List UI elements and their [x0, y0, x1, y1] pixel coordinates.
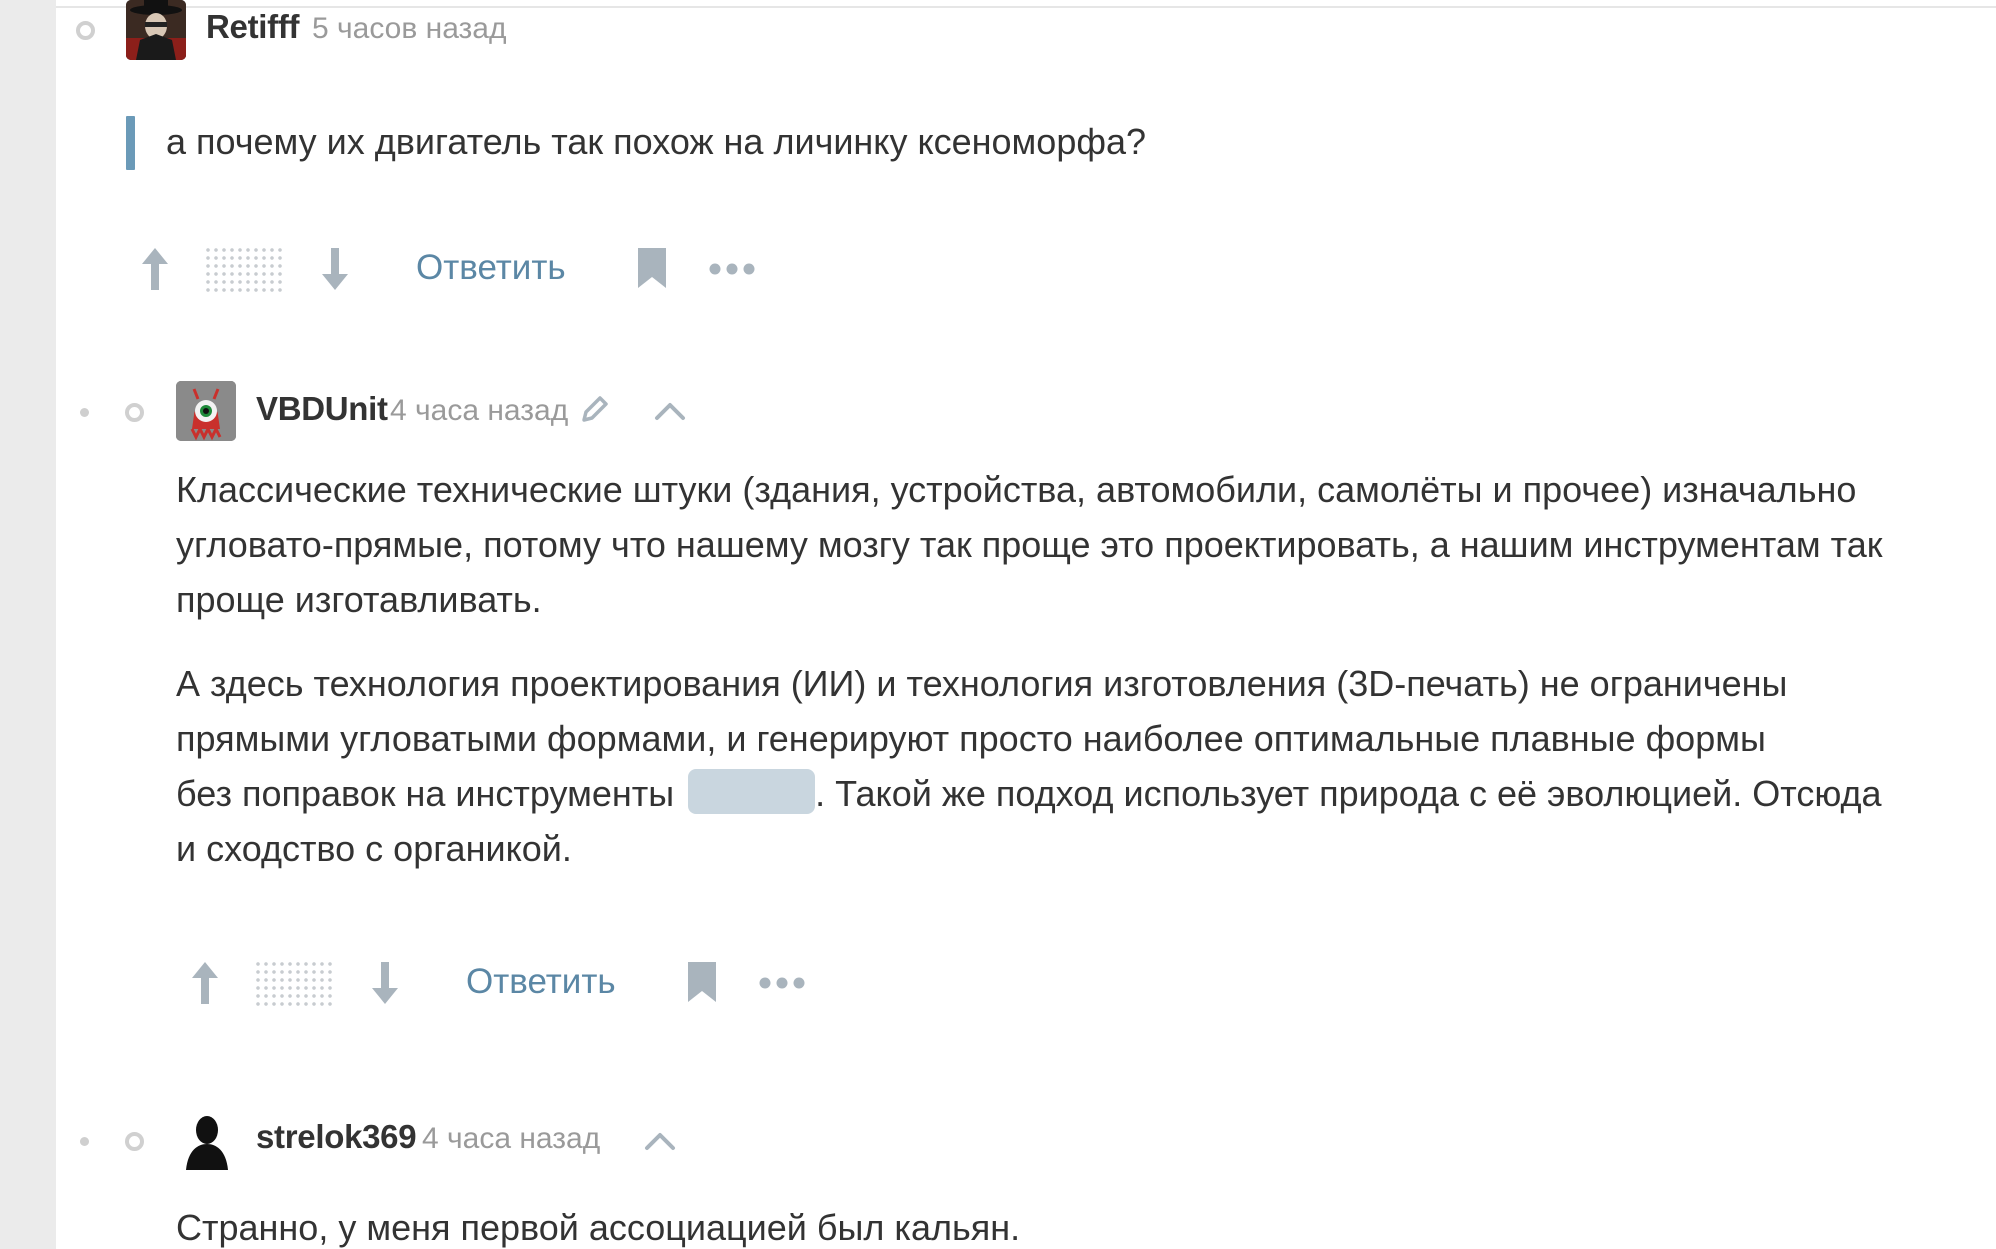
avatar-image-icon: [176, 381, 236, 441]
comment-strelok369: strelok369 4 часа назад Странно, у меня …: [56, 1108, 1996, 1249]
rating-hidden: [254, 960, 334, 1006]
reply-button[interactable]: Ответить: [416, 248, 566, 288]
more-dots-icon[interactable]: [758, 976, 806, 990]
avatar-image-icon: [126, 0, 186, 60]
arrow-down-icon[interactable]: [370, 960, 400, 1006]
text-line: угловато-прямые, потому что нашему мозгу…: [176, 524, 1883, 565]
text-line: без поправок на инструменты . Такой же п…: [176, 766, 1996, 821]
text-line: проще изготавливать.: [176, 579, 542, 620]
avatar[interactable]: [176, 1110, 236, 1170]
paragraph: А здесь технология проектирования (ИИ) и…: [176, 656, 1996, 876]
quote-bar: [126, 116, 135, 170]
thread-marker-icon[interactable]: [125, 1132, 144, 1151]
user-name[interactable]: strelok369: [256, 1118, 417, 1156]
comment-time[interactable]: 4 часа назад: [390, 394, 568, 428]
thread-level-dot: [80, 408, 89, 417]
comment-actions: Ответить: [190, 958, 890, 1018]
user-name[interactable]: VBDUnit: [256, 390, 388, 428]
comment-retifff: Retifff 5 часов назад а почему их двигат…: [56, 0, 1996, 330]
avatar[interactable]: [126, 0, 186, 60]
bookmark-icon[interactable]: [636, 246, 668, 290]
arrow-down-icon[interactable]: [320, 246, 350, 292]
comment-time[interactable]: 4 часа назад: [422, 1122, 600, 1156]
comment-body: Классические технические штуки (здания, …: [176, 462, 1996, 905]
avatar-image-icon: [176, 1110, 236, 1170]
comments-page: Retifff 5 часов назад а почему их двигат…: [0, 0, 1996, 1249]
comment-actions: Ответить: [140, 244, 840, 304]
bookmark-icon[interactable]: [686, 960, 718, 1004]
comment-text: Странно, у меня первой ассоциацией был к…: [176, 1207, 1021, 1248]
text-line: прямыми угловатыми формами, и генерируют…: [176, 718, 1766, 759]
comment-time[interactable]: 5 часов назад: [312, 12, 507, 46]
text-line: А здесь технология проектирования (ИИ) и…: [176, 663, 1788, 704]
chevron-up-icon[interactable]: [654, 398, 686, 422]
arrow-up-icon[interactable]: [190, 960, 220, 1006]
thread-level-dot: [80, 1137, 89, 1146]
text-fragment: . Такой же подход использует природа с е…: [815, 773, 1882, 814]
text-fragment: без поправок на инструменты: [176, 773, 675, 814]
quote-text: а почему их двигатель так похож на личин…: [166, 121, 1146, 162]
thread-marker-icon[interactable]: [125, 403, 144, 422]
text-line: и сходство с органикой.: [176, 828, 572, 869]
chevron-up-icon[interactable]: [644, 1128, 676, 1152]
arrow-up-icon[interactable]: [140, 246, 170, 292]
rating-hidden: [204, 246, 284, 292]
reply-button[interactable]: Ответить: [466, 962, 616, 1002]
spoiler-block[interactable]: [688, 769, 816, 814]
user-name[interactable]: Retifff: [206, 8, 300, 46]
paragraph: Классические технические штуки (здания, …: [176, 462, 1996, 627]
left-gutter: [0, 0, 56, 1249]
pencil-icon: [582, 396, 608, 422]
comment-vbdunit: VBDUnit 4 часа назад Классические технич…: [56, 378, 1996, 1078]
thread-marker-icon[interactable]: [76, 21, 95, 40]
more-dots-icon[interactable]: [708, 262, 756, 276]
avatar[interactable]: [176, 381, 236, 441]
text-line: Классические технические штуки (здания, …: [176, 469, 1857, 510]
